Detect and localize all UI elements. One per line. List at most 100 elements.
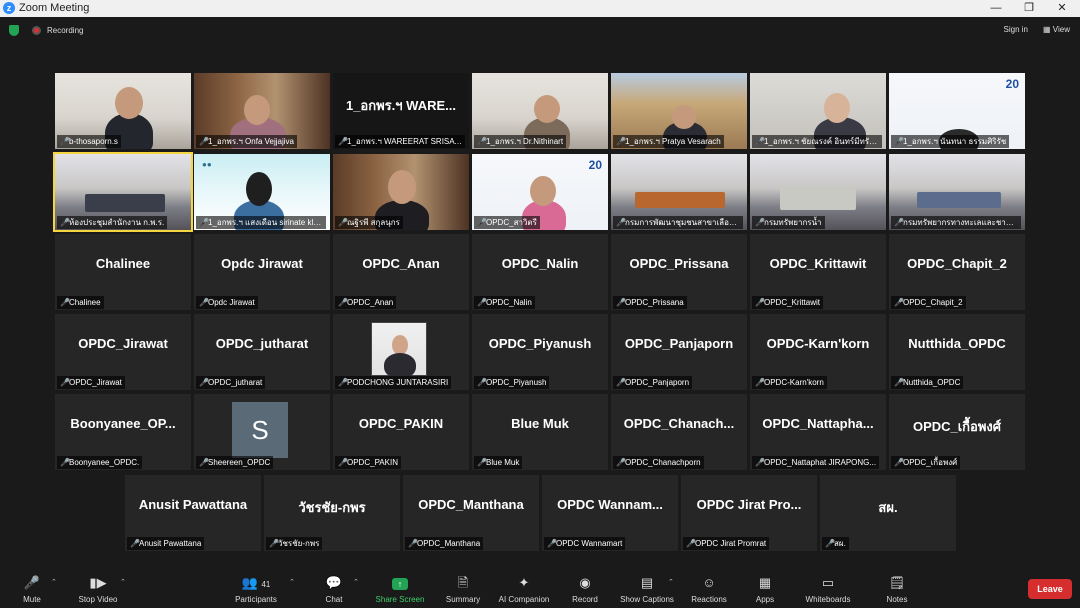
chat-bubble-icon: 💬 (325, 575, 343, 590)
participant-tile[interactable]: OPDC_jutharat 🎤 OPDC_jutharat (194, 314, 330, 390)
ai-companion-button[interactable]: ✦ AI Companion (494, 572, 554, 608)
participant-tile[interactable]: OPDC_Krittawit 🎤 OPDC_Krittawit (750, 234, 886, 310)
participant-name-label: 🎤 สผ. (822, 537, 849, 550)
participant-name-label: 🎤 b-thosaporn.s (57, 135, 121, 148)
participant-tile[interactable]: S 🎤 Sheereen_OPDC (194, 394, 330, 470)
participant-name-label: 🎤 Boonyanee_OPDC. (57, 456, 143, 469)
participant-tile[interactable]: Chalinee 🎤 Chalinee (55, 234, 191, 310)
participant-tile[interactable]: OPDC_Anan 🎤 OPDC_Anan (333, 234, 469, 310)
participant-tile[interactable]: 🎤 b-thosaporn.s (55, 73, 191, 149)
participant-tile[interactable]: 20 🎤 1_อกพร.ฯ นันทนา ธรรมศิริรัช (889, 73, 1025, 149)
participant-tile[interactable]: 🎤 ณฐิรพี สกุลนุกร (333, 154, 469, 230)
participant-tile[interactable]: 🎤 1_อกพร.ฯ Pratya Vesarach (611, 73, 747, 149)
participant-name-label: 🎤 Opdc Jirawat (196, 296, 258, 309)
record-button[interactable]: ◉ Record (568, 572, 602, 608)
summary-button[interactable]: 🗎 Summary (442, 572, 484, 608)
participant-tile[interactable]: Nutthida_OPDC 🎤 Nutthida_OPDC (889, 314, 1025, 390)
chat-button[interactable]: 💬 Chat (318, 572, 350, 608)
leave-button[interactable]: Leave (1028, 579, 1072, 599)
close-button[interactable]: ✕ (1045, 0, 1079, 17)
reactions-button[interactable]: ☺ Reactions (688, 572, 730, 608)
participant-tile[interactable]: 20 🎤 OPDC_สาวิตรี (472, 154, 608, 230)
captions-options-caret[interactable]: ⌃ (666, 572, 676, 608)
participant-tile[interactable]: 🎤 1_อกพร.ฯ ชัยณรงค์ อินทร์มีทรัพย์ (750, 73, 886, 149)
mic-muted-icon: 🎤 (60, 137, 70, 146)
recording-label[interactable]: Recording (47, 26, 83, 35)
mic-muted-icon: 🎤 (616, 458, 626, 467)
participant-tile[interactable]: Blue Muk 🎤 Blue Muk (472, 394, 608, 470)
participant-tile[interactable]: 🎤 กรมทรัพยากรน้ำ (750, 154, 886, 230)
mute-button[interactable]: 🎤 Mute (14, 572, 50, 608)
mic-muted-icon: 🎤 (199, 218, 209, 227)
face (246, 172, 272, 206)
face (115, 87, 143, 119)
participant-tile[interactable]: OPDC_Piyanush 🎤 OPDC_Piyanush (472, 314, 608, 390)
mic-muted-icon: 🎤 (477, 298, 487, 307)
participant-tile[interactable]: OPDC_Panjaporn 🎤 OPDC_Panjaporn (611, 314, 747, 390)
participant-tile-active-speaker[interactable]: 🎤 ห้องประชุมสำนักงาน ก.พ.ร. (53, 152, 193, 232)
mic-muted-icon: 🎤 (199, 378, 209, 387)
participant-name-label: 🎤 Anusit Pawattana (127, 537, 205, 550)
window-title: Zoom Meeting (19, 2, 90, 14)
participant-tile[interactable]: OPDC_Manthana 🎤 OPDC_Manthana (403, 475, 539, 551)
participant-tile[interactable]: OPDC_Prissana 🎤 OPDC_Prissana (611, 234, 747, 310)
participant-display-name: Chalinee (95, 256, 151, 271)
participant-name-label: 🎤 1_อกพร.ฯ WAREERAT SRISAT... (335, 135, 465, 148)
notes-button[interactable]: 🗒 Notes (880, 572, 914, 608)
participant-tile[interactable]: OPDC-Karn'korn 🎤 OPDC-Karn'korn (750, 314, 886, 390)
participants-options-caret[interactable]: ⌃ (287, 572, 297, 608)
apps-button[interactable]: ▦ Apps (750, 572, 780, 608)
smiley-icon: ☺ (702, 575, 716, 590)
participant-tile[interactable]: 🎤 1_อกพร.ฯ Dr.Nithinart (472, 73, 608, 149)
stop-video-button[interactable]: ▮▶ Stop Video (74, 572, 122, 608)
participant-tile[interactable]: 🎤 1_อกพร.ฯ Onfa Vejjajiva (194, 73, 330, 149)
security-shield-icon[interactable] (9, 25, 19, 36)
participant-display-name: OPDC_Chapit_2 (907, 256, 1007, 271)
participant-tile[interactable]: วัชรชัย-กพร 🎤 วัชรชัย-กพร (264, 475, 400, 551)
mic-muted-icon: 🎤 (338, 298, 348, 307)
participant-display-name: OPDC_Krittawit (769, 256, 867, 271)
mic-muted-icon: 🎤 (825, 539, 835, 548)
restore-button[interactable]: ❐ (1012, 0, 1046, 17)
whiteboards-button[interactable]: ▭ Whiteboards (800, 572, 856, 608)
video-options-caret[interactable]: ⌃ (118, 572, 128, 608)
participant-tile[interactable]: OPDC_Jirawat 🎤 OPDC_Jirawat (55, 314, 191, 390)
participant-tile[interactable]: Anusit Pawattana 🎤 Anusit Pawattana (125, 475, 261, 551)
chevron-up-icon: ⌃ (353, 579, 359, 586)
participant-display-name: 1_อกพร.ฯ WARE... (345, 98, 457, 113)
participant-tile[interactable]: 1_อกพร.ฯ WARE... 🎤 1_อกพร.ฯ WAREERAT SRIS… (333, 73, 469, 149)
minimize-button[interactable]: — (979, 0, 1013, 17)
participant-name-label: 🎤 Nutthida_OPDC (891, 376, 964, 389)
participant-tile[interactable]: ●● 🎤 1_อกพร.ฯ แสงเดือน sirinate kla... (194, 154, 330, 230)
participant-tile[interactable]: OPDC_เกื้อพงศ์ 🎤 OPDC_เกื้อพงศ์ (889, 394, 1025, 470)
chat-options-caret[interactable]: ⌃ (351, 572, 361, 608)
participant-tile[interactable]: OPDC_PAKIN 🎤 OPDC_PAKIN (333, 394, 469, 470)
participant-tile[interactable]: OPDC Wannam... 🎤 OPDC Wannamart (542, 475, 678, 551)
participant-name-label: 🎤 OPDC_Chanachporn (613, 456, 704, 469)
participant-tile[interactable]: OPDC Jirat Pro... 🎤 OPDC Jirat Promrat (681, 475, 817, 551)
mic-muted-icon: 🎤 (199, 137, 209, 146)
video-camera-icon: ▮▶ (89, 575, 107, 590)
participant-tile[interactable]: สผ. 🎤 สผ. (820, 475, 956, 551)
apps-grid-icon: ▦ (758, 575, 772, 590)
participant-tile[interactable]: 🎤 กรมทรัพยากรทางทะเลและชายฝั่ง... (889, 154, 1025, 230)
participant-name-label: 🎤 PODCHONG JUNTARASIRI (335, 376, 452, 389)
participant-tile[interactable]: Opdc Jirawat 🎤 Opdc Jirawat (194, 234, 330, 310)
share-screen-button[interactable]: ↑ Share Screen (372, 572, 428, 608)
participant-tile[interactable]: OPDC_Chapit_2 🎤 OPDC_Chapit_2 (889, 234, 1025, 310)
participant-tile[interactable]: 🎤 PODCHONG JUNTARASIRI (333, 314, 469, 390)
participant-name-label: 🎤 วัชรชัย-กพร (266, 537, 323, 550)
participants-button[interactable]: 👥 41 Participants (230, 572, 282, 608)
participant-tile[interactable]: OPDC_Chanach... 🎤 OPDC_Chanachporn (611, 394, 747, 470)
sign-in-link[interactable]: Sign in (1004, 25, 1028, 34)
participant-tile[interactable]: OPDC_Nalin 🎤 OPDC_Nalin (472, 234, 608, 310)
recording-icon (32, 26, 41, 35)
participant-tile[interactable]: OPDC_Nattapha... 🎤 OPDC_Nattaphat JIRAPONG… (750, 394, 886, 470)
view-button[interactable]: ▦ View (1043, 25, 1070, 34)
audio-options-caret[interactable]: ⌃ (49, 572, 59, 608)
participant-name-label: 🎤 OPDC_สาวิตรี (474, 216, 540, 229)
participant-tile[interactable]: Boonyanee_OP... 🎤 Boonyanee_OPDC. (55, 394, 191, 470)
participant-tile[interactable]: 🎤กรมการพัฒนาชุมชนสาขาเลือกศรีสะเกษ... (611, 154, 747, 230)
participant-name-label: 🎤 Sheereen_OPDC (196, 456, 274, 469)
participant-name-label: 🎤 OPDC-Karn'korn (752, 376, 827, 389)
